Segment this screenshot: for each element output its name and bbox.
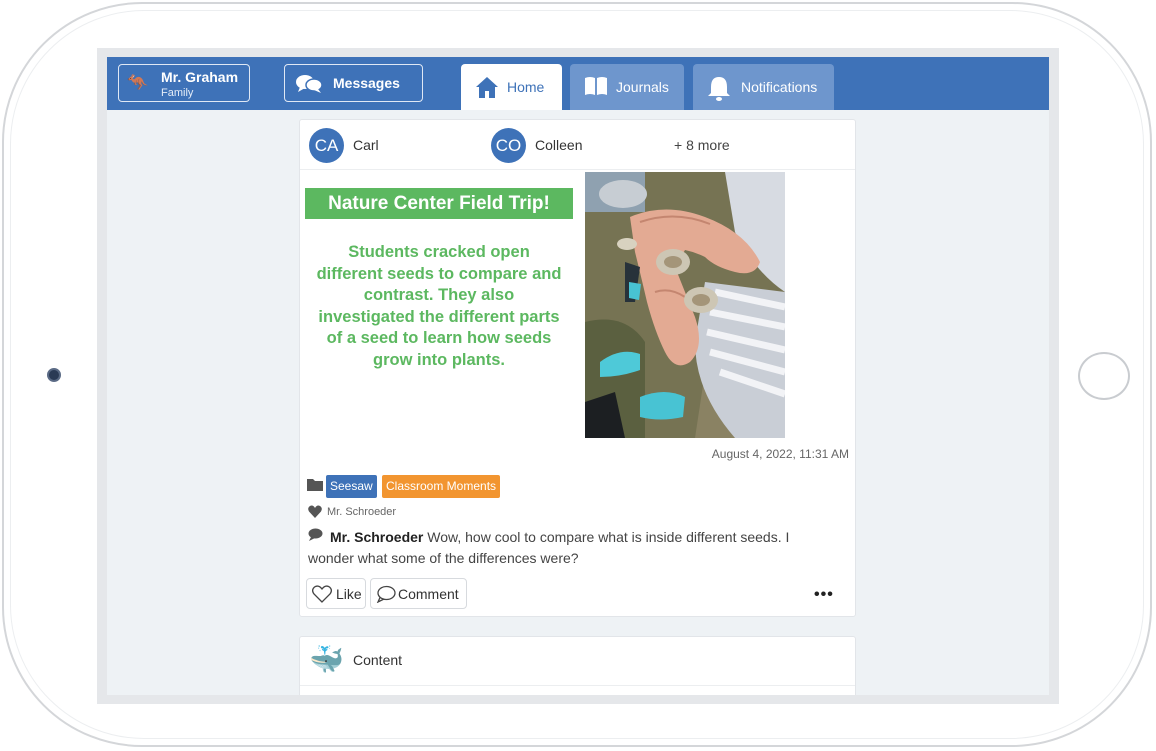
student-name[interactable]: Carl [353, 137, 379, 153]
comment-outline-icon [376, 585, 396, 603]
post-graphic-title: Nature Center Field Trip! [305, 188, 573, 219]
tab-notifications-label: Notifications [741, 79, 818, 95]
camera-icon [47, 368, 61, 382]
messages-label: Messages [333, 75, 400, 91]
profile-button[interactable]: 🦘 Mr. Graham Family [118, 64, 250, 102]
messages-button[interactable]: Messages [284, 64, 423, 102]
post-card: 🐳 Content [299, 636, 856, 695]
chat-bubbles-icon [296, 75, 323, 93]
tablet-home-button [1078, 352, 1130, 400]
comment-author[interactable]: Mr. Schroeder [330, 529, 423, 545]
post-author-label[interactable]: Content [353, 652, 402, 668]
more-students-link[interactable]: + 8 more [674, 137, 730, 153]
folder-icon [307, 479, 323, 491]
post-graphic[interactable]: Nature Center Field Trip! Students crack… [300, 172, 585, 442]
tab-journals-label: Journals [616, 79, 669, 95]
like-label: Like [336, 586, 362, 602]
house-icon [476, 77, 498, 98]
seed-photo-image [585, 172, 785, 438]
kangaroo-icon: 🦘 [127, 73, 149, 92]
post-graphic-text: Students cracked open different seeds to… [316, 243, 562, 369]
post-card: CA Carl CO Colleen + 8 more Nature Cente… [299, 119, 856, 617]
avatar[interactable]: CO [491, 128, 526, 163]
more-options-icon[interactable]: ••• [814, 586, 834, 604]
tab-journals[interactable]: Journals [570, 64, 684, 110]
app-window: 🦘 Mr. Graham Family Messages Home Journa… [107, 57, 1049, 695]
whale-icon: 🐳 [309, 644, 344, 675]
bell-icon [708, 77, 730, 101]
tab-notifications[interactable]: Notifications [693, 64, 834, 110]
profile-role: Family [161, 87, 194, 99]
seed-photo[interactable] [585, 172, 785, 438]
folder-tag[interactable]: Classroom Moments [382, 475, 501, 498]
folder-tag[interactable]: Seesaw [326, 475, 377, 498]
profile-name: Mr. Graham [161, 69, 239, 85]
post-timestamp: August 4, 2022, 11:31 AM [711, 447, 849, 461]
comment-label: Comment [398, 586, 459, 602]
comment-text: Mr. Schroeder Wow, how cool to compare w… [308, 527, 838, 569]
post-tagged-students: CA Carl CO Colleen + 8 more [300, 120, 855, 170]
comment-button[interactable]: Comment [370, 578, 467, 609]
post-header: 🐳 Content [300, 637, 855, 686]
student-name[interactable]: Colleen [535, 137, 582, 153]
tab-home-label: Home [507, 79, 545, 95]
avatar[interactable]: CA [309, 128, 344, 163]
top-nav-bar: 🦘 Mr. Graham Family Messages Home Journa… [107, 57, 1049, 110]
open-book-icon [585, 77, 607, 95]
heart-icon [308, 505, 322, 518]
like-button[interactable]: Like [306, 578, 366, 609]
liked-by-name[interactable]: Mr. Schroeder [327, 506, 396, 518]
tablet-screen: 🦘 Mr. Graham Family Messages Home Journa… [97, 48, 1059, 704]
tab-home[interactable]: Home [461, 64, 562, 110]
heart-outline-icon [312, 585, 332, 603]
